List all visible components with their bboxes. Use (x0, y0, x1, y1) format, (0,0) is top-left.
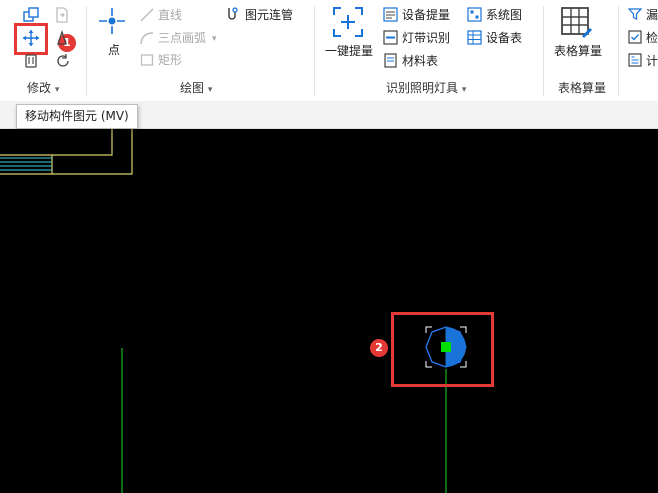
arc-button-label: 三点画弧 (158, 31, 207, 45)
move-tooltip: 移动构件图元 (MV) (16, 104, 138, 129)
delete-icon[interactable] (22, 52, 40, 68)
copy-icon[interactable] (22, 6, 40, 24)
connect-pipe-icon[interactable] (225, 6, 241, 24)
step-badge-2: 2 (370, 339, 388, 357)
equip-table-label[interactable]: 设备表 (486, 31, 522, 45)
extend-icon (55, 30, 69, 46)
check-icon[interactable] (628, 30, 642, 44)
system-diagram-icon[interactable] (467, 7, 482, 22)
mirror-icon (53, 6, 71, 24)
one-key-extract-label[interactable]: 一键提量 (325, 44, 373, 58)
filter-icon[interactable] (628, 7, 642, 21)
modify-group-label: 修改 ▾ (27, 81, 60, 95)
table-calc-group-label: 表格算量 (558, 81, 607, 95)
material-table-icon[interactable] (383, 53, 398, 68)
divider (86, 6, 87, 96)
wall-outline-inner (0, 129, 113, 156)
calc-icon[interactable] (628, 53, 642, 67)
arc-dropdown-icon: ▾ (212, 34, 217, 44)
point-icon[interactable] (97, 6, 127, 36)
inspect-label[interactable]: 检 (646, 31, 658, 45)
move-tool-highlight (14, 23, 48, 55)
line-button-label: 直线 (158, 8, 183, 22)
connect-pipe-label[interactable]: 图元连管 (245, 8, 293, 22)
arc-icon (139, 30, 155, 46)
material-table-label[interactable]: 材料表 (402, 54, 438, 68)
equip-table-icon[interactable] (467, 30, 482, 45)
draw-group-label: 绘图 ▾ (180, 81, 213, 95)
equip-extract-label[interactable]: 设备提量 (402, 8, 450, 22)
light-strip-icon[interactable] (383, 30, 398, 45)
system-diagram-label[interactable]: 系统图 (486, 8, 522, 22)
equip-extract-icon[interactable] (383, 7, 398, 22)
identify-group-label: 识别照明灯具 ▾ (386, 81, 467, 95)
fixture-highlight (391, 312, 494, 387)
compute-label[interactable]: 计 (646, 54, 658, 68)
cable-lines (0, 157, 52, 171)
ribbon-toolbar: 1 修改 ▾ 点 直线 三点画弧 ▾ 矩形 图元连管 绘图 ▾ 一键提量 设备提… (0, 0, 658, 102)
rect-button-label: 矩形 (158, 53, 183, 67)
point-button-label[interactable]: 点 (108, 43, 120, 57)
divider (543, 6, 544, 96)
one-key-extract-icon[interactable] (332, 6, 364, 38)
table-calc-label[interactable]: 表格算量 (554, 44, 602, 58)
table-calc-icon[interactable] (560, 6, 592, 38)
divider (314, 6, 315, 96)
line-icon (139, 7, 155, 23)
rotate-icon[interactable] (54, 52, 72, 70)
light-strip-label[interactable]: 灯带识别 (402, 31, 450, 45)
rect-icon (140, 53, 154, 67)
divider (618, 6, 619, 96)
drawing-canvas[interactable]: 2 (0, 129, 658, 493)
leak-check-label[interactable]: 漏 (646, 8, 658, 22)
